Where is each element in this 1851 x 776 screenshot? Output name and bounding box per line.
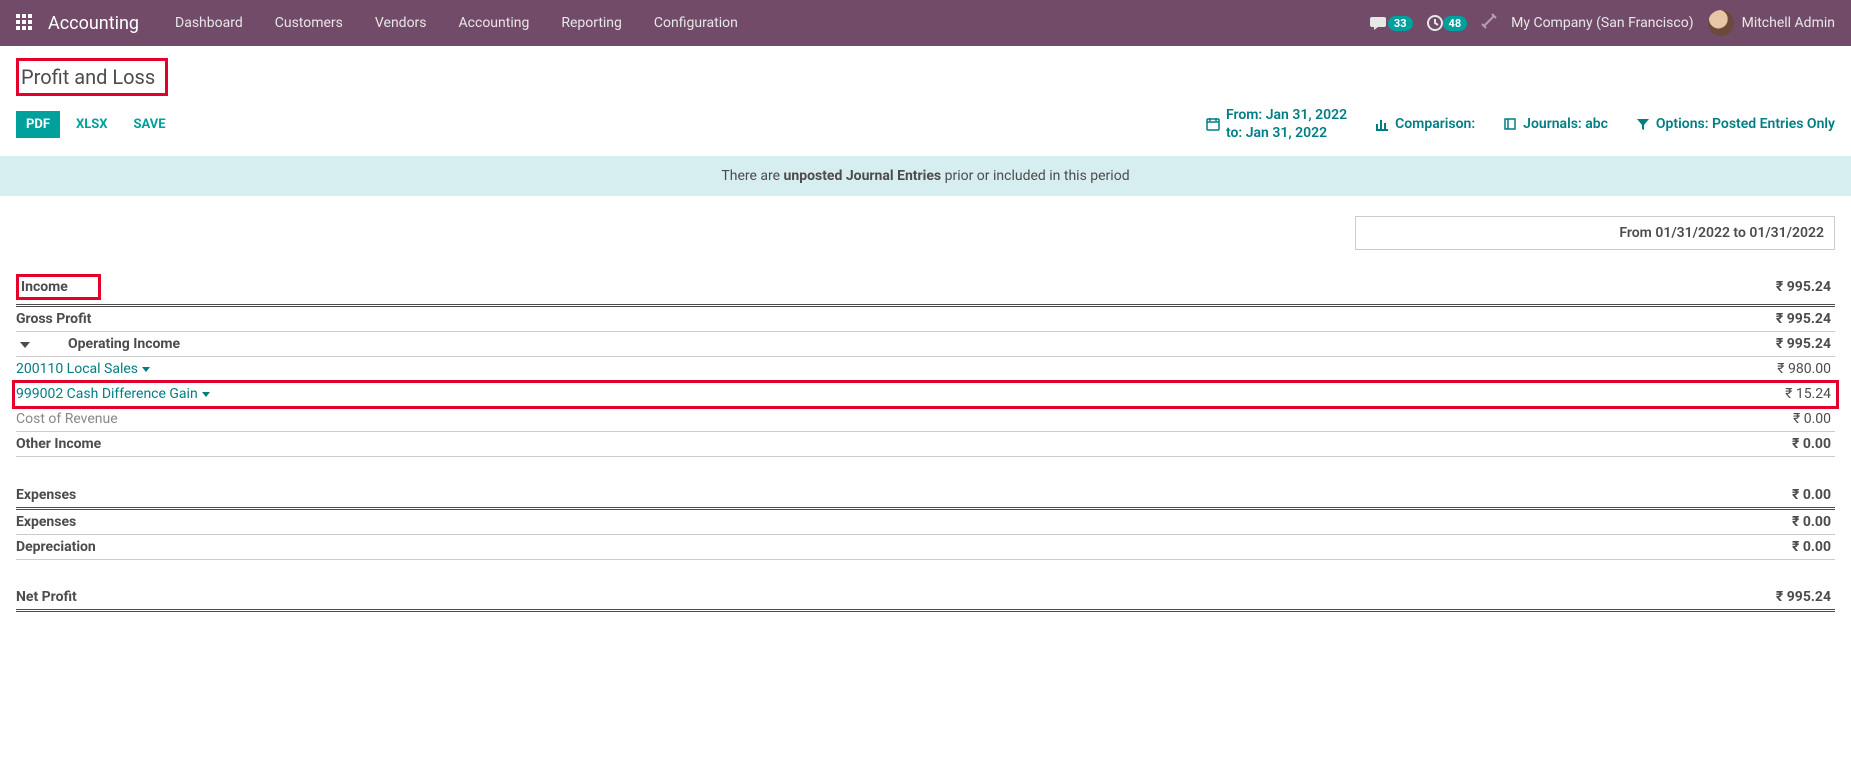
book-icon xyxy=(1503,117,1517,131)
row-net-profit-label: Net Profit xyxy=(16,589,77,605)
menu-dashboard[interactable]: Dashboard xyxy=(161,9,257,37)
menu-accounting[interactable]: Accounting xyxy=(445,9,544,37)
row-cost-of-revenue-amount: ₹ 0.00 xyxy=(1410,407,1835,432)
main-menu: Dashboard Customers Vendors Accounting R… xyxy=(161,9,752,37)
row-gross-profit-amount: ₹ 995.24 xyxy=(1410,306,1835,332)
row-expenses-sub[interactable]: Expenses ₹ 0.00 xyxy=(16,508,1835,534)
row-cash-difference-gain[interactable]: 999002 Cash Difference Gain ₹ 15.24 xyxy=(16,382,1835,407)
caret-down-icon[interactable] xyxy=(20,342,30,348)
company-switcher[interactable]: My Company (San Francisco) xyxy=(1511,15,1693,31)
row-net-profit[interactable]: Net Profit ₹ 995.24 xyxy=(16,585,1835,611)
xlsx-button[interactable]: XLSX xyxy=(66,111,118,138)
top-navbar: Accounting Dashboard Customers Vendors A… xyxy=(0,0,1851,46)
filter-journals-label: Journals: abc xyxy=(1523,116,1608,132)
row-expenses-sub-label: Expenses xyxy=(16,514,76,530)
row-operating-income-label: Operating Income xyxy=(40,336,180,352)
unposted-notice[interactable]: There are unposted Journal Entries prior… xyxy=(0,156,1851,196)
clock-icon xyxy=(1427,15,1443,31)
filter-options[interactable]: Options: Posted Entries Only xyxy=(1636,116,1835,132)
notice-strong: unposted Journal Entries xyxy=(784,168,942,184)
row-cost-of-revenue[interactable]: Cost of Revenue ₹ 0.00 xyxy=(16,407,1835,432)
row-other-income-amount: ₹ 0.00 xyxy=(1410,432,1835,457)
user-name: Mitchell Admin xyxy=(1742,15,1835,31)
report-body: From 01/31/2022 to 01/31/2022 Income ₹ 9… xyxy=(0,196,1851,652)
filter-comparison[interactable]: Comparison: xyxy=(1375,116,1475,132)
messages-count: 33 xyxy=(1388,16,1413,31)
bar-chart-icon xyxy=(1375,117,1389,131)
activities-count: 48 xyxy=(1443,16,1468,31)
row-other-income[interactable]: Other Income ₹ 0.00 xyxy=(16,432,1835,457)
debug-icon[interactable] xyxy=(1481,13,1497,33)
row-operating-income-amount: ₹ 995.24 xyxy=(1410,332,1835,357)
report-table: Income ₹ 995.24 Gross Profit ₹ 995.24 Op… xyxy=(16,270,1835,612)
row-depreciation[interactable]: Depreciation ₹ 0.00 xyxy=(16,534,1835,559)
filter-comparison-label: Comparison: xyxy=(1395,116,1475,132)
app-brand[interactable]: Accounting xyxy=(48,13,139,34)
row-income-label: Income xyxy=(16,274,101,300)
filter-date[interactable]: From: Jan 31, 2022 to: Jan 31, 2022 xyxy=(1206,106,1347,142)
calendar-icon xyxy=(1206,117,1220,131)
row-expenses-sub-amount: ₹ 0.00 xyxy=(1410,508,1835,534)
filter-journals[interactable]: Journals: abc xyxy=(1503,116,1608,132)
apps-icon[interactable] xyxy=(16,14,34,32)
row-local-sales-amount: ₹ 980.00 xyxy=(1410,357,1835,382)
save-button[interactable]: SAVE xyxy=(124,111,176,138)
row-depreciation-amount: ₹ 0.00 xyxy=(1410,534,1835,559)
titlebar: Profit and Loss xyxy=(0,46,1851,96)
report-filters: From: Jan 31, 2022 to: Jan 31, 2022 Comp… xyxy=(1206,106,1835,142)
row-net-profit-amount: ₹ 995.24 xyxy=(1410,585,1835,611)
row-gross-profit[interactable]: Gross Profit ₹ 995.24 xyxy=(16,306,1835,332)
row-cash-diff-label: 999002 Cash Difference Gain xyxy=(16,386,198,402)
chevron-down-icon[interactable] xyxy=(142,367,150,372)
menu-configuration[interactable]: Configuration xyxy=(640,9,752,37)
report-toolbar: PDF XLSX SAVE From: Jan 31, 2022 to: Jan… xyxy=(0,96,1851,156)
row-income[interactable]: Income ₹ 995.24 xyxy=(16,270,1835,306)
row-local-sales-label: 200110 Local Sales xyxy=(16,361,138,377)
messages-button[interactable]: 33 xyxy=(1370,15,1413,31)
menu-customers[interactable]: Customers xyxy=(261,9,357,37)
row-depreciation-label: Depreciation xyxy=(16,539,96,555)
user-menu[interactable]: Mitchell Admin xyxy=(1708,10,1835,36)
funnel-icon xyxy=(1636,117,1650,131)
row-gross-profit-label: Gross Profit xyxy=(16,311,91,327)
row-local-sales[interactable]: 200110 Local Sales ₹ 980.00 xyxy=(16,357,1835,382)
row-expenses[interactable]: Expenses ₹ 0.00 xyxy=(16,483,1835,509)
row-cost-of-revenue-label: Cost of Revenue xyxy=(16,411,118,427)
page-title: Profit and Loss xyxy=(16,58,168,96)
row-expenses-amount: ₹ 0.00 xyxy=(1410,483,1835,509)
navbar-right: 33 48 My Company (San Francisco) Mitchel… xyxy=(1370,10,1835,36)
row-cash-diff-amount: ₹ 15.24 xyxy=(1410,382,1835,407)
avatar xyxy=(1708,10,1734,36)
chevron-down-icon[interactable] xyxy=(202,392,210,397)
chat-icon xyxy=(1370,15,1388,31)
row-expenses-label: Expenses xyxy=(16,487,76,503)
notice-pre: There are xyxy=(721,168,783,184)
menu-vendors[interactable]: Vendors xyxy=(361,9,441,37)
filter-options-label: Options: Posted Entries Only xyxy=(1656,116,1835,132)
pdf-button[interactable]: PDF xyxy=(16,111,60,138)
row-other-income-label: Other Income xyxy=(16,436,101,452)
menu-reporting[interactable]: Reporting xyxy=(547,9,636,37)
row-income-amount: ₹ 995.24 xyxy=(1410,270,1835,306)
notice-post: prior or included in this period xyxy=(941,168,1129,184)
filter-date-label: From: Jan 31, 2022 to: Jan 31, 2022 xyxy=(1226,106,1347,142)
activities-button[interactable]: 48 xyxy=(1427,15,1468,31)
row-operating-income[interactable]: Operating Income ₹ 995.24 xyxy=(16,332,1835,357)
date-range-header: From 01/31/2022 to 01/31/2022 xyxy=(1355,216,1835,250)
